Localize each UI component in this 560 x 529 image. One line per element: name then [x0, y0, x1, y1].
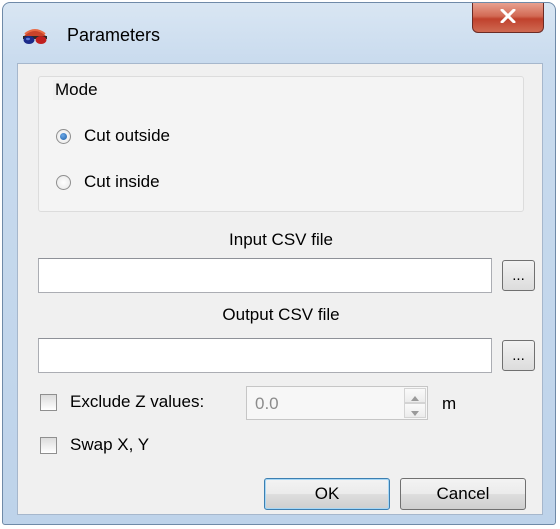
- radio-cut-outside-label: Cut outside: [84, 126, 170, 145]
- output-browse-button[interactable]: ...: [502, 340, 535, 371]
- input-browse-button[interactable]: ...: [502, 260, 535, 291]
- spin-down-button[interactable]: [404, 403, 426, 418]
- radio-cut-outside-button[interactable]: [56, 128, 71, 144]
- z-value-text: 0.0: [255, 394, 279, 413]
- chevron-down-icon: [411, 401, 419, 421]
- input-file-label: Input CSV file: [229, 230, 333, 249]
- radio-cut-outside[interactable]: Cut outside: [56, 126, 170, 146]
- mode-group-title: Mode: [53, 80, 100, 100]
- radio-cut-inside-button[interactable]: [56, 174, 71, 190]
- close-button[interactable]: [472, 3, 544, 33]
- title-bar[interactable]: Parameters: [3, 3, 555, 63]
- dialog-body: Mode Cut outside Cut inside Input CSV fi…: [17, 63, 543, 515]
- z-value-spinbox[interactable]: 0.0: [246, 386, 428, 420]
- output-file-field[interactable]: [38, 338, 492, 373]
- input-file-field[interactable]: [38, 258, 492, 293]
- app-glasses-icon: [21, 26, 49, 48]
- ok-button-label: OK: [314, 484, 340, 503]
- exclude-z-label: Exclude Z values:: [70, 392, 205, 411]
- exclude-z-checkbox[interactable]: [40, 394, 57, 411]
- close-icon: [500, 8, 516, 28]
- parameters-dialog: Parameters Mode Cut outside Cut inside I…: [2, 2, 556, 525]
- cancel-button-label: Cancel: [436, 484, 490, 503]
- spin-arrows: [404, 388, 426, 418]
- window-title: Parameters: [67, 25, 161, 45]
- swap-xy-label: Swap X, Y: [70, 435, 150, 454]
- input-browse-label: ...: [512, 267, 525, 284]
- radio-cut-inside-label: Cut inside: [84, 172, 160, 191]
- z-unit-label: m: [442, 394, 457, 413]
- cancel-button[interactable]: Cancel: [400, 478, 526, 510]
- output-browse-label: ...: [512, 347, 525, 364]
- swap-xy-checkbox[interactable]: [40, 437, 57, 454]
- output-file-label: Output CSV file: [222, 305, 340, 324]
- radio-cut-inside[interactable]: Cut inside: [56, 172, 160, 192]
- ok-button[interactable]: OK: [264, 478, 390, 510]
